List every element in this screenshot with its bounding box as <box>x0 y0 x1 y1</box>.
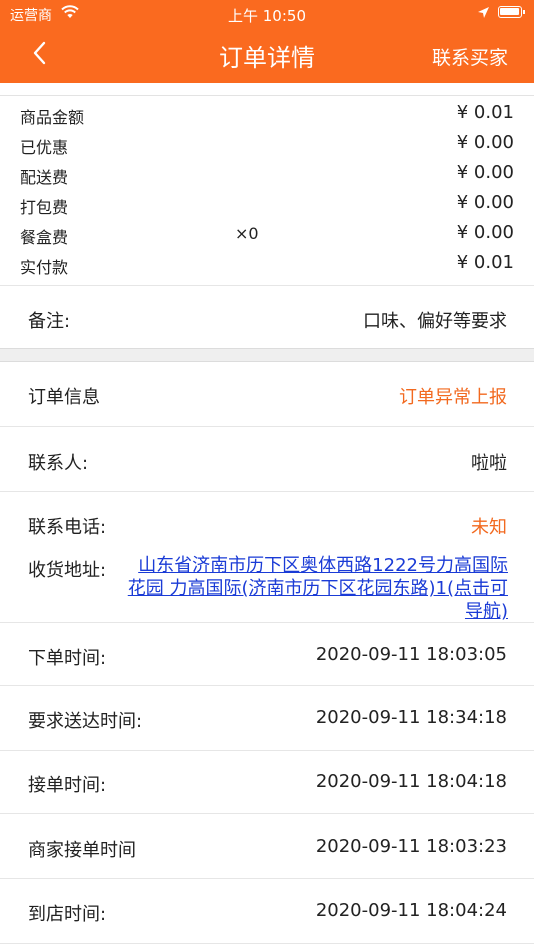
battery-icon <box>498 6 525 18</box>
time-label: 下单时间: <box>28 648 107 669</box>
time-label: 接单时间: <box>28 775 107 796</box>
time-row: 到店时间: 2020-09-11 18:04:24 <box>0 879 534 943</box>
address-label: 收货地址: <box>28 560 107 581</box>
location-icon <box>477 6 490 23</box>
fee-list <box>0 95 534 96</box>
contact-label: 联系人: <box>28 453 89 474</box>
phone-row: 联系电话: 未知 <box>0 492 534 554</box>
fee-label: 打包费 <box>20 198 69 217</box>
contact-value: 啦啦 <box>471 453 507 474</box>
time-value: 2020-09-11 18:04:24 <box>315 900 507 921</box>
status-time: 上午 10:50 <box>228 7 306 25</box>
phone-value[interactable]: 未知 <box>471 513 507 539</box>
section-gap <box>0 348 534 362</box>
fee-value: ¥ 0.00 <box>456 132 514 153</box>
phone-label: 联系电话: <box>28 517 107 538</box>
fee-label: 餐盒费 <box>20 228 69 247</box>
fee-row: 打包费 ¥ 0.00 <box>0 189 534 219</box>
fee-row: 商品金额 ¥ 0.01 <box>0 99 534 129</box>
time-label: 商家接单时间 <box>28 840 136 861</box>
order-info-row: 订单信息 订单异常上报 <box>0 362 534 426</box>
top-bar: 运营商 上午 10:50 订单详情 联系买家 <box>0 0 534 83</box>
time-row: 商家接单时间 2020-09-11 18:03:23 <box>0 814 534 878</box>
order-info-label: 订单信息 <box>28 387 100 408</box>
divider <box>0 943 534 944</box>
remark-value: 口味、偏好等要求 <box>363 311 507 332</box>
fee-value: ¥ 0.00 <box>456 222 514 243</box>
remark-row: 备注: 口味、偏好等要求 <box>0 286 534 348</box>
fee-row: 配送费 ¥ 0.00 <box>0 159 534 189</box>
fee-value: ¥ 0.01 <box>456 102 514 123</box>
fee-label: 配送费 <box>20 168 69 187</box>
status-bar: 运营商 上午 10:50 <box>0 0 534 28</box>
time-value: 2020-09-11 18:03:05 <box>315 644 507 665</box>
fee-label: 实付款 <box>20 258 69 277</box>
time-value: 2020-09-11 18:04:18 <box>315 771 507 792</box>
fee-qty: ×0 <box>235 224 259 243</box>
fee-label: 已优惠 <box>20 138 69 157</box>
fee-value: ¥ 0.00 <box>456 192 514 213</box>
contact-row: 联系人: 啦啦 <box>0 427 534 491</box>
time-value: 2020-09-11 18:03:23 <box>315 836 507 857</box>
time-row: 要求送达时间: 2020-09-11 18:34:18 <box>0 686 534 750</box>
fee-value: ¥ 0.01 <box>456 252 514 273</box>
time-label: 到店时间: <box>28 904 107 925</box>
fee-label: 商品金额 <box>20 108 85 127</box>
report-exception-button[interactable]: 订单异常上报 <box>399 383 507 409</box>
time-value: 2020-09-11 18:34:18 <box>315 707 507 728</box>
fee-row: 实付款 ¥ 0.01 <box>0 249 534 279</box>
fee-value: ¥ 0.00 <box>456 162 514 183</box>
time-row: 接单时间: 2020-09-11 18:04:18 <box>0 751 534 813</box>
contact-buyer-button[interactable]: 联系买家 <box>432 43 508 70</box>
address-link[interactable]: 山东省济南市历下区奥体西路1222号力高国际花园 力高国际(济南市历下区花园东路… <box>123 554 508 623</box>
fee-row: 餐盒费 ×0 ¥ 0.00 <box>0 219 534 249</box>
fee-row: 已优惠 ¥ 0.00 <box>0 129 534 159</box>
time-label: 要求送达时间: <box>28 711 143 732</box>
time-row: 下单时间: 2020-09-11 18:03:05 <box>0 623 534 685</box>
remark-label: 备注: <box>28 311 71 332</box>
